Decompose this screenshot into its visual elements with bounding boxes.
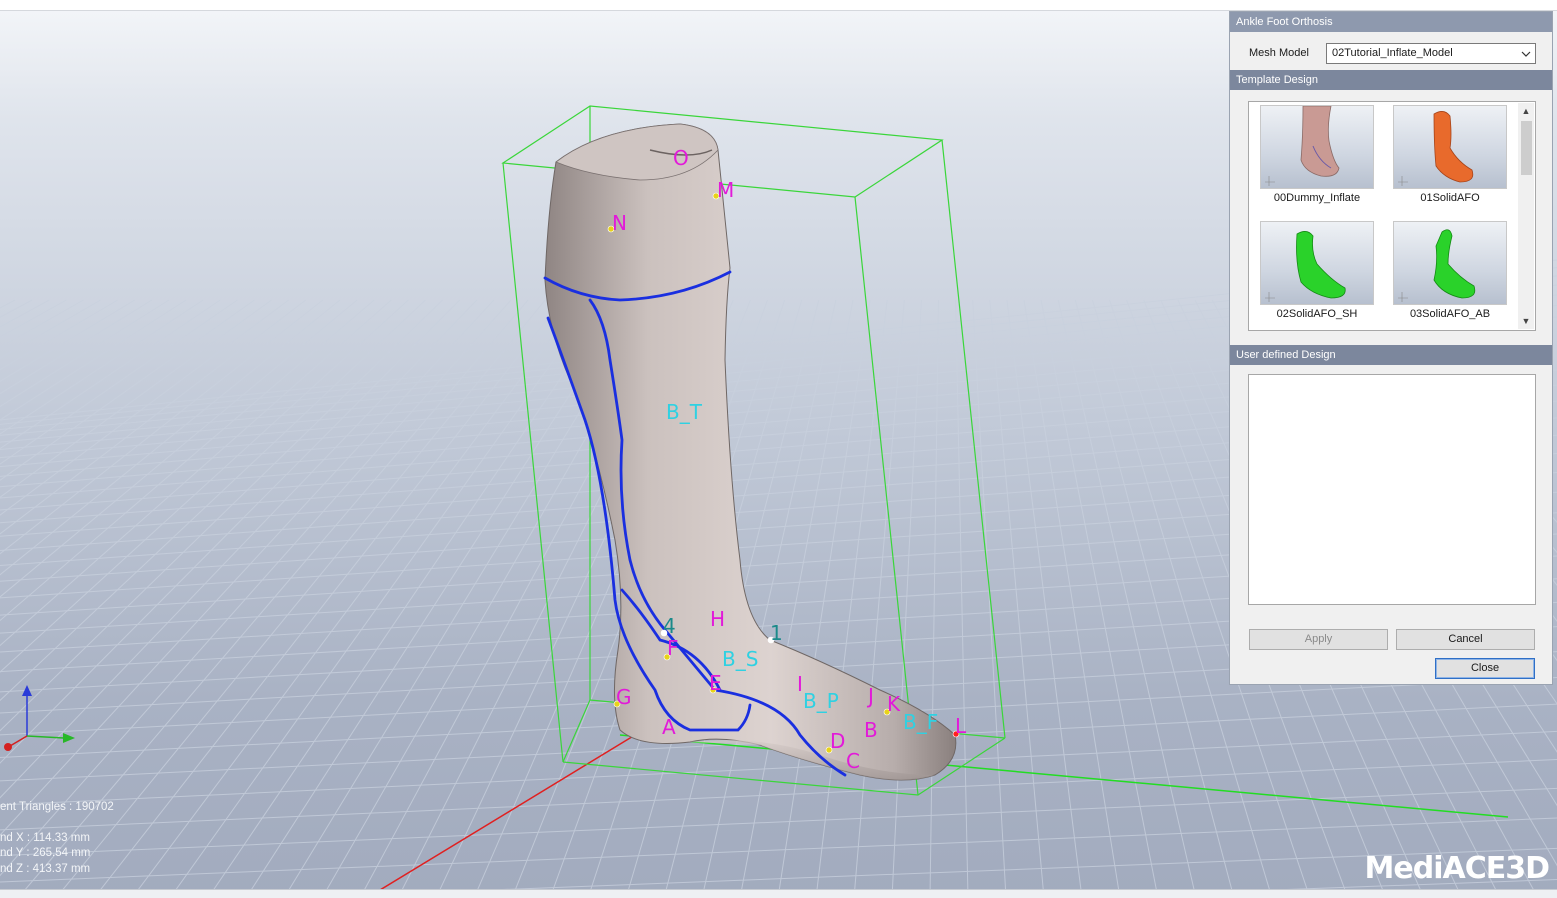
template-caption-02: 02SolidAFO_SH: [1276, 308, 1358, 320]
orange-afo-thumbnail-icon: [1398, 111, 1474, 186]
template-caption-01: 01SolidAFO: [1420, 192, 1480, 204]
landmark-1[interactable]: 1: [770, 623, 783, 643]
mesh-model-value: 02Tutorial_Inflate_Model: [1332, 47, 1453, 59]
bound-x: nd X : 114.33 mm: [0, 831, 90, 844]
template-caption-03: 03SolidAFO_AB: [1409, 308, 1491, 320]
region-b-f: B_F: [903, 710, 939, 734]
landmark-m[interactable]: M: [717, 180, 734, 200]
bound-y: nd Y : 265.54 mm: [0, 847, 91, 859]
template-design-header: Template Design: [1230, 70, 1552, 90]
mesh-model-select[interactable]: 02Tutorial_Inflate_Model: [1326, 43, 1536, 64]
template-thumb-00dummy[interactable]: [1260, 105, 1374, 189]
scroll-up-icon[interactable]: ▲: [1518, 103, 1534, 119]
status-bar: [0, 889, 1557, 898]
leg-skin-thumbnail-icon: [1265, 106, 1340, 186]
x-axis-red-line: [379, 734, 636, 891]
chevron-down-icon: [1521, 51, 1531, 57]
landmark-j[interactable]: J: [868, 686, 874, 706]
landmark-n[interactable]: N: [612, 213, 627, 233]
green-afo-short-thumbnail-icon: [1265, 231, 1346, 302]
region-b-p: B_P: [803, 689, 839, 713]
template-thumb-02solidafo-sh[interactable]: [1260, 221, 1374, 305]
bound-z: nd Z : 413.37 mm: [0, 862, 91, 875]
mesh-model-label: Mesh Model: [1249, 47, 1309, 59]
template-thumb-01solidafo[interactable]: [1393, 105, 1507, 189]
green-afo-ab-thumbnail-icon: [1398, 229, 1476, 302]
landmark-k[interactable]: K: [887, 694, 900, 714]
afo-panel: Ankle Foot Orthosis Mesh Model 02Tutoria…: [1229, 11, 1553, 685]
orientation-triad: [4, 685, 75, 751]
landmark-o[interactable]: O: [673, 148, 689, 168]
landmark-b[interactable]: B: [864, 720, 878, 740]
landmark-e[interactable]: E: [709, 673, 722, 693]
template-caption-00: 00Dummy_Inflate: [1273, 192, 1361, 204]
triangle-count: ent Triangles : 190702: [0, 801, 114, 813]
landmark-h[interactable]: H: [710, 609, 725, 629]
close-button[interactable]: Close: [1435, 658, 1535, 679]
leg-mesh[interactable]: [543, 123, 957, 781]
panel-title: Ankle Foot Orthosis: [1230, 12, 1552, 32]
scroll-down-icon[interactable]: ▼: [1518, 313, 1534, 329]
apply-button[interactable]: Apply: [1249, 629, 1388, 650]
region-b-s: B_S: [722, 647, 759, 671]
user-defined-design-header: User defined Design: [1230, 345, 1552, 365]
model-stats: ent Triangles : 190702 nd X : 114.33 mm …: [0, 800, 114, 877]
user-design-list[interactable]: [1248, 374, 1536, 605]
landmark-l[interactable]: L: [955, 716, 966, 736]
template-list[interactable]: 00Dummy_Inflate 01SolidAFO 02SolidAFO_SH…: [1248, 101, 1536, 331]
landmark-f[interactable]: F: [667, 638, 679, 658]
landmark-4[interactable]: 4: [663, 616, 676, 636]
region-b-t: B_T: [666, 400, 702, 424]
template-thumb-03solidafo-ab[interactable]: [1393, 221, 1507, 305]
y-axis-green-line: [619, 734, 1509, 818]
landmark-c[interactable]: C: [846, 751, 860, 771]
landmark-g[interactable]: G: [616, 687, 632, 707]
template-scrollbar[interactable]: ▲ ▼: [1518, 103, 1534, 329]
scrollbar-thumb[interactable]: [1521, 121, 1532, 175]
landmark-a[interactable]: A: [662, 717, 676, 737]
landmark-d[interactable]: D: [830, 731, 845, 751]
cancel-button[interactable]: Cancel: [1396, 629, 1535, 650]
mediace3d-logo: MediACE3D: [1364, 851, 1550, 886]
